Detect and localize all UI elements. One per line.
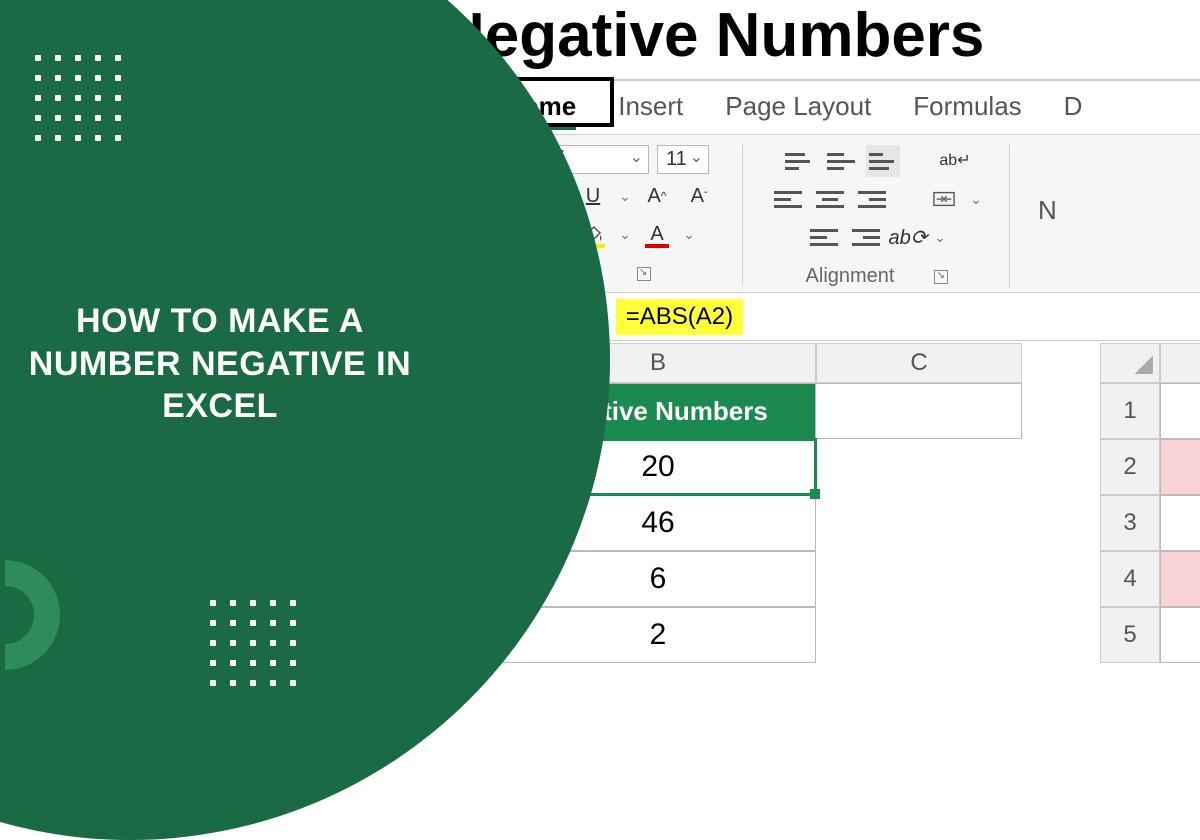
font-color-button[interactable]: A [640,218,674,250]
align-left-button[interactable] [771,183,805,215]
alignment-group: ab↵ ⌄ ab⟳ ⌄ Alignment [771,145,1010,288]
wrap-text-button[interactable]: ab↵ [938,145,972,177]
group-cut-label: N [1038,145,1057,226]
row-header[interactable]: 5 [1100,607,1160,663]
tab-formulas[interactable]: Formulas [913,91,1021,122]
indent-dec-button[interactable] [807,221,841,253]
cell[interactable] [816,551,1022,607]
row-header[interactable]: 4 [1100,551,1160,607]
alignment-dialog-launcher[interactable] [934,270,948,284]
cell[interactable] [816,383,1022,439]
wrap-text-label: ab [939,153,957,169]
fontcolor-drop-icon[interactable]: ⌄ [682,218,696,250]
decorative-dots-bottom [210,600,296,686]
align-bottom-button[interactable] [866,145,900,177]
cell[interactable] [1160,439,1200,495]
row-header[interactable]: 3 [1100,495,1160,551]
indent-inc-button[interactable] [849,221,883,253]
align-right-button[interactable] [855,183,889,215]
col-c-letter[interactable]: C [816,343,1022,383]
shrink-font-button[interactable]: Aˇ [682,180,716,212]
col-letter-cut[interactable] [1160,343,1200,383]
merge-icon [933,188,955,210]
decorative-dots-top [35,55,121,141]
orientation-button[interactable]: ab⟳ [891,221,925,253]
column-c: C [816,343,1022,663]
cell[interactable] [1160,551,1200,607]
title-negative-numbers: Negative Numbers [420,0,1200,79]
alignment-group-label: Alignment [806,265,895,288]
cell[interactable] [1160,607,1200,663]
underline-drop-icon[interactable]: ⌄ [618,180,632,212]
row-header[interactable]: 2 [1100,439,1160,495]
overlay-title: HOW TO MAKE A NUMBER NEGATIVE IN EXCEL [0,300,440,428]
cell[interactable] [1160,495,1200,551]
select-all-triangle[interactable]: ◢ [1100,343,1160,383]
font-dialog-launcher[interactable] [637,267,651,281]
row-header[interactable]: 1 [1100,383,1160,439]
formula-input[interactable]: =ABS(A2) [616,299,743,335]
font-size-select[interactable]: 11 [657,145,709,174]
orientation-drop-icon[interactable]: ⌄ [933,221,947,253]
tab-page-layout[interactable]: Page Layout [725,91,871,122]
cell[interactable] [816,439,1022,495]
merge-drop-icon[interactable]: ⌄ [969,183,983,215]
grow-font-button[interactable]: A^ [640,180,674,212]
cell[interactable] [816,607,1022,663]
cell[interactable] [816,495,1022,551]
tab-cut[interactable]: D [1064,91,1083,122]
align-middle-button[interactable] [824,145,858,177]
cell-b5[interactable]: 2 [500,607,816,663]
tab-insert[interactable]: Insert [618,91,683,122]
align-top-button[interactable] [782,145,816,177]
decorative-half-ring [0,560,60,670]
col-header-n-label: N [1160,383,1200,439]
right-inset-grid: ◢ 1 2 3 4 5 N [1100,343,1200,663]
fill-drop-icon[interactable]: ⌄ [618,218,632,250]
merge-button[interactable] [927,183,961,215]
align-center-button[interactable] [813,183,847,215]
